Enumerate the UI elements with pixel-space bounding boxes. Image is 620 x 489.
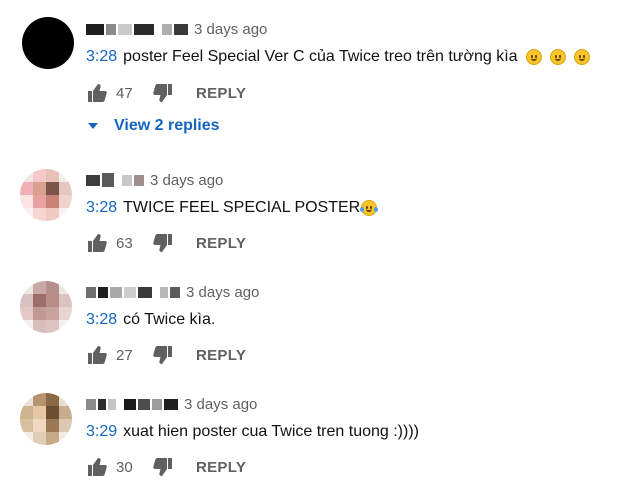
author-name-redacted [152,398,162,410]
laugh-tears-emoji-icon [360,200,379,216]
comment-author-meta: 3 days ago [86,394,257,414]
author-name-redacted [162,23,172,35]
comment-body: xuat hien poster cua Twice tren tuong :)… [123,423,419,440]
avatar[interactable] [22,17,74,69]
author-name-redacted[interactable] [86,23,104,35]
comment-actions: 30 REPLY [86,455,246,479]
author-name-redacted [134,23,154,35]
caret-down-icon [88,123,98,129]
thumb-up-icon[interactable] [86,344,108,366]
thumb-up-icon[interactable] [86,232,108,254]
like-count: 63 [116,234,133,252]
reply-button[interactable]: REPLY [196,347,246,364]
comment-author-meta: 3 days ago [86,19,267,39]
author-name-redacted [98,398,106,410]
smile-emoji-icon [525,49,542,65]
comment-text: 3:29 xuat hien poster cua Twice tren tuo… [86,422,419,442]
video-timestamp-link[interactable]: 3:28 [86,198,117,218]
like-count: 30 [116,458,133,476]
comment-timestamp[interactable]: 3 days ago [186,284,259,301]
thumb-down-icon[interactable] [152,456,174,478]
author-name-redacted [122,174,132,186]
comment-timestamp[interactable]: 3 days ago [194,21,267,38]
author-name-redacted [134,174,144,186]
author-name-redacted [124,286,136,298]
comment-text: 3:28 TWICE FEEL SPECIAL POSTER [86,198,379,218]
thumb-up-icon[interactable] [86,456,108,478]
comment-text: 3:28 có Twice kìa. [86,310,215,330]
comment-author-meta: 3 days ago [86,282,259,302]
comment-actions: 63 REPLY [86,231,246,255]
thumb-up-icon[interactable] [86,82,108,104]
author-name-redacted [98,286,108,298]
thumb-down-icon[interactable] [152,344,174,366]
comment-thread: 3 days ago 3:28 poster Feel Special Ver … [0,0,620,150]
video-timestamp-link[interactable]: 3:29 [86,422,117,442]
author-name-redacted [102,173,114,187]
comment-actions: 27 REPLY [86,343,246,367]
author-name-redacted [118,23,132,35]
author-name-redacted[interactable] [86,286,96,298]
comment-thread: 3 days ago 3:29 xuat hien poster cua Twi… [0,384,620,489]
comment-timestamp[interactable]: 3 days ago [150,172,223,189]
reply-button[interactable]: REPLY [196,85,246,102]
author-name-redacted [174,23,188,35]
comment-thread: 3 days ago 3:28 TWICE FEEL SPECIAL POSTE… [0,160,620,265]
author-name-redacted [124,398,136,410]
comment-body: TWICE FEEL SPECIAL POSTER [123,199,361,216]
view-replies-button[interactable]: View 2 replies [88,117,220,135]
author-name-redacted [138,286,152,298]
like-count: 47 [116,84,133,102]
avatar[interactable] [20,393,72,445]
view-replies-label: View 2 replies [114,117,220,134]
author-name-redacted [170,286,180,298]
comment-timestamp[interactable]: 3 days ago [184,396,257,413]
author-name-redacted [106,23,116,35]
comment-thread: 3 days ago 3:28 có Twice kìa. 27 REPLY [0,272,620,377]
smile-emoji-icon [549,49,566,65]
author-name-redacted [110,286,122,298]
reply-button[interactable]: REPLY [196,459,246,476]
avatar[interactable] [20,281,72,333]
author-name-redacted [164,398,178,410]
author-name-redacted [160,286,168,298]
comment-body: có Twice kìa. [123,311,216,328]
author-name-redacted[interactable] [86,174,100,186]
video-timestamp-link[interactable]: 3:28 [86,47,117,67]
author-name-redacted [108,398,116,410]
video-timestamp-link[interactable]: 3:28 [86,310,117,330]
author-name-redacted[interactable] [86,398,96,410]
avatar[interactable] [20,169,72,221]
author-name-redacted [138,398,150,410]
thumb-down-icon[interactable] [152,82,174,104]
comment-actions: 47 REPLY [86,81,246,105]
smile-emoji-icon [573,49,590,65]
reply-button[interactable]: REPLY [196,235,246,252]
like-count: 27 [116,346,133,364]
comment-body: poster Feel Special Ver C của Twice treo… [123,48,518,65]
comment-author-meta: 3 days ago [86,170,223,190]
comment-text: 3:28 poster Feel Special Ver C của Twice… [86,47,590,67]
thumb-down-icon[interactable] [152,232,174,254]
